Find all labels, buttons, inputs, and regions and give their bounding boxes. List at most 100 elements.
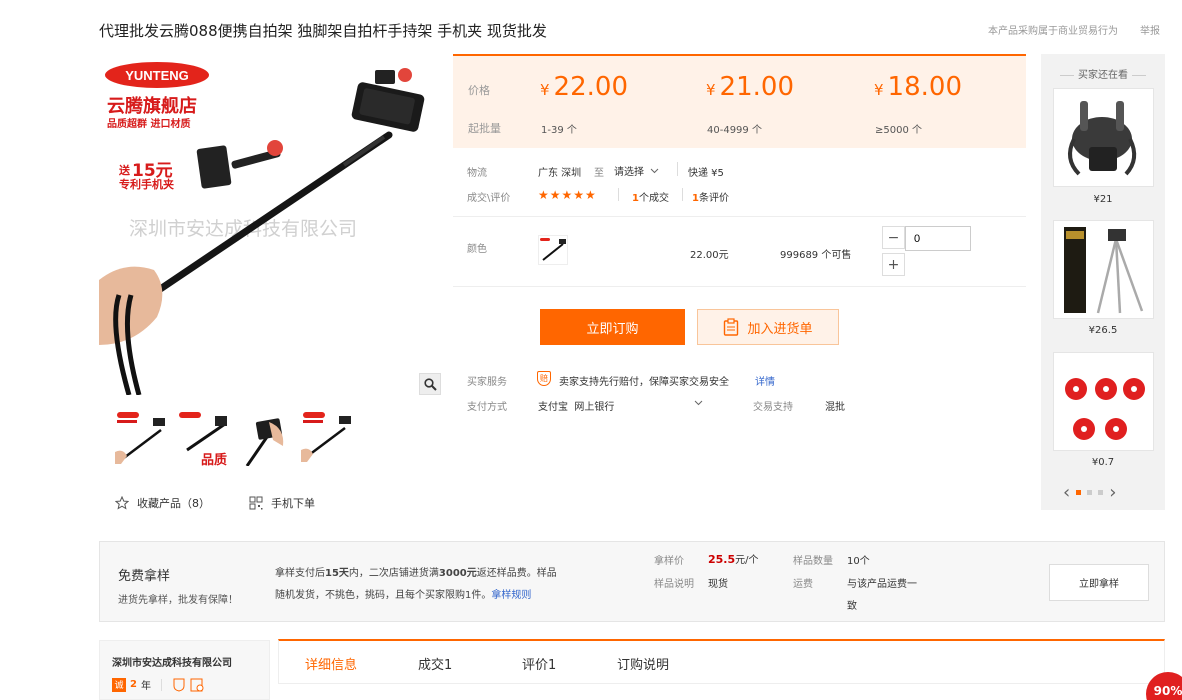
thumbnail-badge: 品质 [201, 452, 227, 467]
thumbnail-1[interactable] [114, 409, 166, 467]
company-name[interactable]: 深圳市安达成科技有限公司 [112, 654, 232, 669]
sample-desc-part: 内，二次店铺进货满 [348, 568, 439, 579]
sample-note-label: 样品说明 [654, 579, 694, 590]
price-tier-3: ¥18.00 [874, 72, 962, 102]
free-sample-bar: 免费拿样 进货先拿样，批发有保障！ 拿样支付后15天内，二次店铺进货满3000元… [99, 541, 1165, 622]
trade-support-label: 交易支持 [753, 402, 793, 413]
price-tier-3-value: 18.00 [887, 72, 962, 102]
color-price: 22.00元 [690, 250, 729, 261]
currency-symbol: ¥ [874, 81, 884, 99]
color-label: 颜色 [467, 244, 487, 255]
rail-title-text: 买家还在看 [1078, 70, 1128, 81]
service-text: 卖家支持先行赔付，保障买家交易安全 [559, 377, 729, 388]
price-tier-1: ¥22.00 [540, 72, 628, 102]
moq-tier-1: 1-39 个 [541, 125, 577, 136]
separator [453, 216, 1026, 217]
promo-prefix: 送 [118, 163, 131, 177]
verified-badge-icon [190, 678, 204, 691]
logistics-label: 物流 [467, 168, 487, 179]
chevron-right-icon[interactable]: › [1109, 482, 1116, 503]
company-years-unit: 年 [140, 681, 151, 692]
sample-desc-part: 拿样支付后 [275, 568, 325, 579]
tab-deals[interactable]: 成交1 [418, 654, 452, 673]
sample-desc-part: 返还样品费。样品 [476, 568, 557, 579]
related-product-1[interactable] [1053, 88, 1154, 187]
order-now-button[interactable]: 立即订购 [540, 309, 685, 345]
stock-available: 999689 个可售 [780, 250, 852, 261]
related-product-2-price: ¥26.5 [1088, 325, 1118, 336]
company-card: 深圳市安达成科技有限公司 诚 2年 [99, 640, 270, 700]
rail-title: 买家还在看 [1041, 66, 1165, 81]
related-product-2[interactable] [1053, 220, 1154, 319]
deal-count-link[interactable]: 1个成交 [632, 189, 669, 204]
mobile-order-button[interactable]: 手机下单 [249, 495, 315, 511]
moq-tier-3: ≥5000 个 [875, 125, 923, 136]
divider [682, 188, 683, 201]
thumbnail-strip: 品质 [114, 409, 352, 467]
pager-dot-active[interactable] [1076, 490, 1082, 495]
store-name: 云腾旗舰店 [107, 95, 197, 117]
quantity-input[interactable] [905, 226, 971, 251]
quantity-stepper: − [882, 226, 971, 251]
tab-reviews[interactable]: 评价1 [522, 654, 556, 673]
price-label: 价格 [468, 84, 490, 97]
divider [677, 162, 678, 176]
color-option-thumbnail[interactable] [538, 235, 568, 265]
pager-dot[interactable] [1098, 490, 1104, 495]
detail-tabs: 详细信息 成交1 评价1 订购说明 [278, 639, 1165, 684]
mobile-order-label: 手机下单 [271, 497, 315, 510]
review-count-link[interactable]: 1条评价 [692, 189, 729, 204]
tab-order-notes[interactable]: 订购说明 [617, 654, 669, 673]
add-to-cart-button[interactable]: 加入进货单 [697, 309, 839, 345]
chevron-down-icon[interactable] [694, 400, 703, 406]
thumbnail-4[interactable] [300, 409, 352, 467]
divider [618, 188, 619, 201]
clipboard-icon [724, 318, 739, 336]
report-link[interactable]: 举报 [1140, 22, 1160, 37]
star-outline-icon [115, 496, 129, 510]
promo-sub: 专利手机夹 [119, 177, 174, 191]
quantity-minus-button[interactable]: − [882, 226, 905, 249]
sample-price-value: 25.5 [708, 553, 736, 566]
zoom-icon[interactable] [419, 373, 441, 395]
sample-desc-amount: 3000元 [438, 568, 477, 579]
quantity-plus-button[interactable]: + [882, 253, 905, 276]
rating-stars: ★★★★★ [538, 188, 597, 202]
tab-details[interactable]: 详细信息 [305, 654, 357, 673]
get-sample-button[interactable]: 立即拿样 [1049, 564, 1149, 601]
sample-qty-label: 样品数量 [793, 556, 833, 567]
deal-count-text: 个成交 [638, 193, 669, 204]
sample-desc-days: 15天 [325, 568, 349, 579]
currency-symbol: ¥ [706, 81, 716, 99]
price-tier-1-value: 22.00 [553, 72, 628, 102]
main-product-image[interactable]: YUNTENG 云腾旗舰店 品质超群 进口材质 送 15元 专利手机夹 深圳市安… [99, 55, 441, 395]
chevron-left-icon[interactable]: ‹ [1063, 482, 1070, 503]
sample-title: 免费拿样 [118, 569, 171, 584]
currency-symbol: ¥ [540, 81, 550, 99]
sample-price-label: 拿样价 [654, 556, 684, 567]
compensation-badge-icon [173, 678, 185, 692]
price-tier-2-value: 21.00 [719, 72, 794, 102]
company-years-number: 2 [130, 679, 137, 690]
sample-note-value: 现货 [708, 579, 728, 590]
product-title: 代理批发云腾088便携自拍架 独脚架自拍杆手持架 手机夹 现货批发 [99, 22, 547, 40]
sample-shipping-label: 运费 [793, 579, 813, 590]
pager-dot[interactable] [1087, 490, 1093, 495]
destination-select[interactable]: 请选择 [614, 163, 659, 178]
thumbnail-2[interactable]: 品质 [176, 409, 228, 467]
ship-from: 广东 深圳 [538, 168, 582, 179]
store-slogan: 品质超群 进口材质 [107, 117, 190, 130]
related-product-3[interactable] [1053, 352, 1154, 451]
compensation-shield-icon: 赔 [537, 371, 551, 386]
sample-desc-part: 随机发货，不挑色，挑码，且每个买家限购1件。 [275, 590, 492, 601]
sample-shipping-value-line2: 致 [847, 601, 857, 612]
brand-logo-text: YUNTENG [125, 68, 189, 83]
thumbnail-3[interactable] [238, 409, 290, 467]
favorite-button[interactable]: 收藏产品（8） [115, 495, 210, 511]
qr-code-icon [249, 496, 263, 510]
sample-subtitle: 进货先拿样，批发有保障！ [118, 595, 238, 606]
service-details-link[interactable]: 详情 [755, 373, 775, 388]
sample-rules-link[interactable]: 拿样规则 [491, 590, 531, 601]
sample-price-unit: 元/个 [735, 555, 759, 566]
destination-select-value: 请选择 [614, 167, 644, 178]
